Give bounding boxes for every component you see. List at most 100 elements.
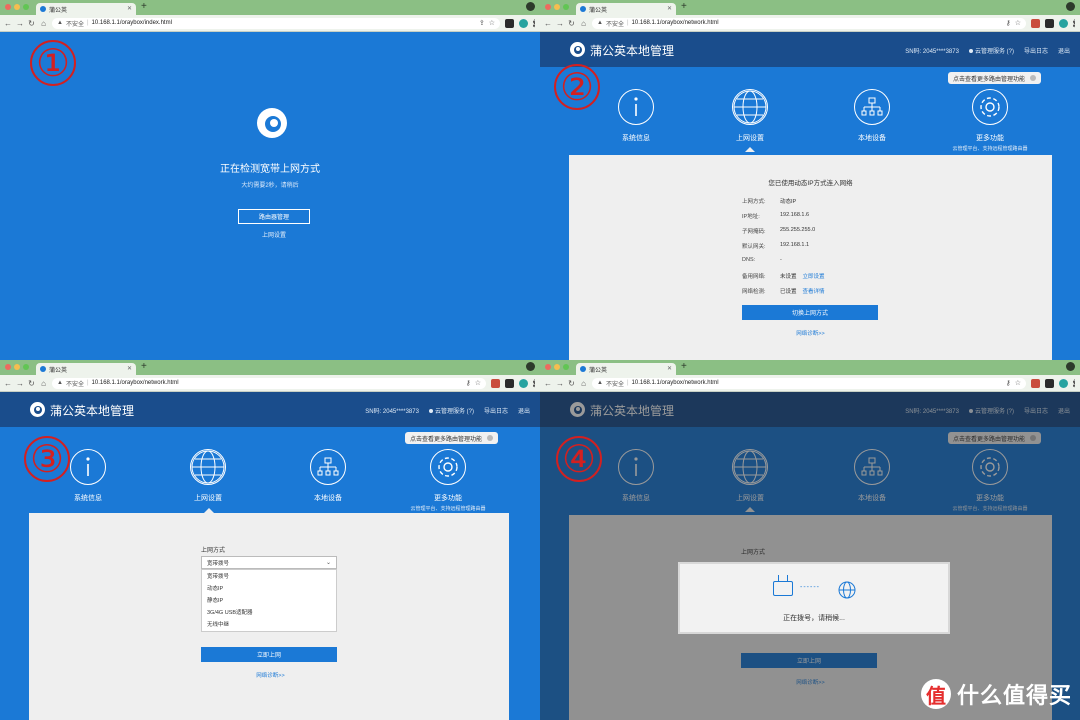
forward-icon[interactable]: →	[556, 19, 564, 28]
url-field[interactable]: ▲ 不安全 | 10.168.1.1/oraybox/network.html …	[592, 377, 1026, 389]
extension-icon[interactable]	[491, 378, 500, 388]
connect-now-button[interactable]: 立即上网	[201, 647, 337, 662]
minimize-window-button[interactable]	[554, 4, 560, 10]
view-details-link[interactable]: 查看详情	[803, 287, 825, 295]
minimize-window-button[interactable]	[14, 364, 20, 370]
cloud-service-link[interactable]: 云管理服务 (?)	[428, 406, 474, 415]
nav-network-settings[interactable]: 上网设置	[700, 89, 800, 143]
network-mode-select[interactable]: 宽带拨号 ⌄	[201, 556, 337, 569]
maximize-window-button[interactable]	[563, 4, 569, 10]
extension-icon[interactable]	[1031, 18, 1040, 28]
network-settings-link[interactable]: 上网设置	[0, 230, 540, 239]
maximize-window-button[interactable]	[23, 4, 29, 10]
back-icon[interactable]: ←	[4, 19, 12, 28]
browser-tab[interactable]: 蒲公英 ✕	[36, 3, 136, 15]
router-manage-button[interactable]: 路由器管理	[238, 209, 310, 224]
setup-now-link[interactable]: 立即设置	[803, 272, 825, 280]
network-diagnosis-link[interactable]: 网络诊断>>	[29, 671, 512, 679]
reload-icon[interactable]: ↻	[568, 19, 575, 28]
extensions-puzzle-icon[interactable]	[505, 18, 514, 28]
export-log-link[interactable]: 导出日志	[484, 406, 508, 415]
profile-avatar-icon[interactable]	[1059, 378, 1068, 388]
home-icon[interactable]: ⌂	[580, 19, 587, 28]
new-tab-button[interactable]: +	[141, 361, 147, 372]
bookmark-star-icon[interactable]: ☆	[489, 19, 495, 27]
close-window-button[interactable]	[545, 364, 551, 370]
back-icon[interactable]: ←	[4, 379, 12, 388]
profile-avatar-icon[interactable]	[519, 378, 528, 388]
maximize-window-button[interactable]	[23, 364, 29, 370]
url-field[interactable]: ▲ 不安全 | 10.168.1.1/oraybox/network.html …	[52, 377, 486, 389]
url-field[interactable]: ▲ 不安全 | 10.168.1.1/oraybox/network.html …	[592, 17, 1026, 29]
forward-icon[interactable]: →	[16, 19, 24, 28]
nav-local-devices[interactable]: 本地设备	[278, 449, 378, 503]
reload-icon[interactable]: ↻	[568, 379, 575, 388]
logout-link[interactable]: 退出	[518, 406, 530, 415]
home-icon[interactable]: ⌂	[40, 379, 47, 388]
dropdown-option[interactable]: 无线中继	[202, 618, 336, 630]
tab-search-icon[interactable]	[1066, 2, 1075, 11]
tab-search-icon[interactable]	[526, 362, 535, 371]
reload-icon[interactable]: ↻	[28, 19, 35, 28]
home-icon[interactable]: ⌂	[40, 19, 47, 28]
export-log-link[interactable]: 导出日志	[1024, 46, 1048, 55]
extensions-puzzle-icon[interactable]	[505, 378, 514, 388]
menu-kebab-icon[interactable]	[533, 378, 536, 388]
bookmark-star-icon[interactable]: ☆	[1015, 379, 1021, 387]
tooltip-close-icon[interactable]	[487, 435, 494, 441]
key-icon[interactable]: ⚷	[466, 379, 471, 387]
close-window-button[interactable]	[5, 4, 11, 10]
reload-icon[interactable]: ↻	[28, 379, 35, 388]
browser-tab[interactable]: 蒲公英 ✕	[576, 3, 676, 15]
minimize-window-button[interactable]	[554, 364, 560, 370]
dropdown-option[interactable]: 静态IP	[202, 594, 336, 606]
switch-network-mode-button[interactable]: 切换上网方式	[742, 305, 878, 320]
dropdown-option[interactable]: 3G/4G USB适配器	[202, 606, 336, 618]
back-icon[interactable]: ←	[544, 379, 552, 388]
nav-more-features[interactable]: 更多功能 云管理平台、支持远程管理路由器	[398, 449, 498, 512]
close-tab-icon[interactable]: ✕	[667, 5, 672, 12]
bookmark-star-icon[interactable]: ☆	[1015, 19, 1021, 27]
cloud-service-link[interactable]: 云管理服务 (?)	[968, 46, 1014, 55]
share-icon[interactable]: ⇪	[479, 19, 485, 27]
extensions-puzzle-icon[interactable]	[1045, 18, 1054, 28]
new-tab-button[interactable]: +	[141, 1, 147, 12]
menu-kebab-icon[interactable]	[1073, 378, 1076, 388]
key-icon[interactable]: ⚷	[1006, 19, 1011, 27]
url-field[interactable]: ▲ 不安全 | 10.168.1.1/oraybox/index.html ⇪ …	[52, 17, 500, 29]
close-tab-icon[interactable]: ✕	[127, 365, 132, 372]
close-tab-icon[interactable]: ✕	[127, 5, 132, 12]
nav-more-features[interactable]: 更多功能 云管理平台、支持远程管理路由器	[940, 89, 1040, 152]
browser-tab[interactable]: 蒲公英 ✕	[576, 363, 676, 375]
network-diagnosis-link[interactable]: 网络诊断>>	[569, 329, 1052, 337]
extension-icon[interactable]	[1031, 378, 1040, 388]
nav-local-devices[interactable]: 本地设备	[822, 89, 922, 143]
minimize-window-button[interactable]	[14, 4, 20, 10]
home-icon[interactable]: ⌂	[580, 379, 587, 388]
extensions-puzzle-icon[interactable]	[1045, 378, 1054, 388]
tab-search-icon[interactable]	[526, 2, 535, 11]
close-window-button[interactable]	[5, 364, 11, 370]
logout-link[interactable]: 退出	[1058, 46, 1070, 55]
menu-kebab-icon[interactable]	[533, 18, 536, 28]
nav-network-settings[interactable]: 上网设置	[158, 449, 258, 503]
close-window-button[interactable]	[545, 4, 551, 10]
menu-kebab-icon[interactable]	[1073, 18, 1076, 28]
profile-avatar-icon[interactable]	[1059, 18, 1068, 28]
tab-search-icon[interactable]	[1066, 362, 1075, 371]
browser-tab[interactable]: 蒲公英 ✕	[36, 363, 136, 375]
forward-icon[interactable]: →	[556, 379, 564, 388]
bookmark-star-icon[interactable]: ☆	[475, 379, 481, 387]
profile-avatar-icon[interactable]	[519, 18, 528, 28]
nav-system-info[interactable]: 系统信息	[586, 89, 686, 143]
back-icon[interactable]: ←	[544, 19, 552, 28]
dropdown-option[interactable]: 宽带拨号	[202, 570, 336, 582]
new-tab-button[interactable]: +	[681, 361, 687, 372]
forward-icon[interactable]: →	[16, 379, 24, 388]
dropdown-option[interactable]: 动态IP	[202, 582, 336, 594]
key-icon[interactable]: ⚷	[1006, 379, 1011, 387]
new-tab-button[interactable]: +	[681, 1, 687, 12]
tooltip-close-icon[interactable]	[1030, 75, 1037, 81]
close-tab-icon[interactable]: ✕	[667, 365, 672, 372]
maximize-window-button[interactable]	[563, 364, 569, 370]
